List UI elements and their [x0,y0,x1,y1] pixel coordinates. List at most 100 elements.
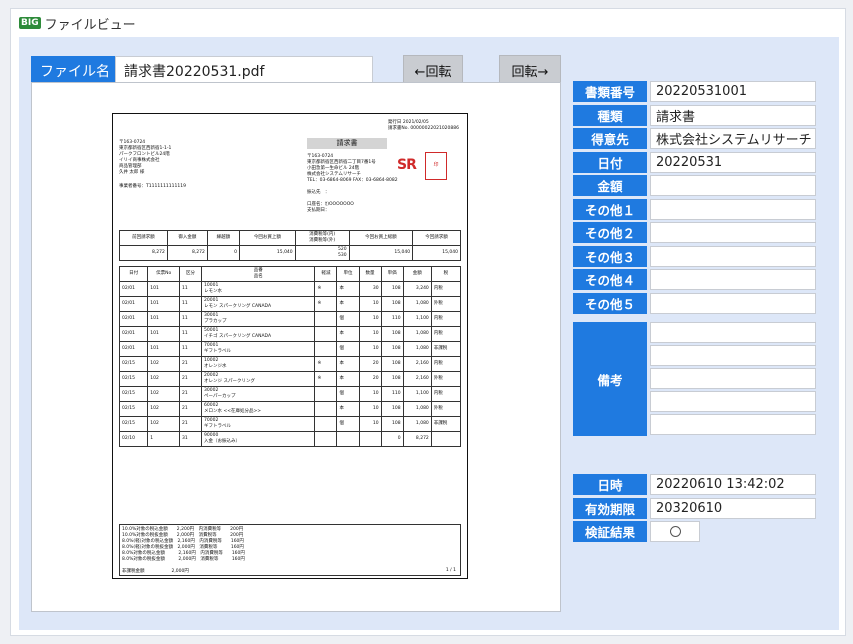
table-cell [314,341,338,357]
table-cell: 本 [336,326,360,342]
table-cell: 本 [336,371,360,387]
table-row: 02/01 101 11 70001 ギフトラベル 個 10 108 1,080 非課税 [118,341,462,357]
table-cell: 0 [380,431,404,447]
remarks-field-4[interactable] [650,391,816,412]
table-cell: 101 [147,341,180,357]
table-cell: 21 [178,416,203,432]
meta-label: 日時 [573,474,647,495]
meta-row: 有効期限 20320610 [573,497,816,519]
remarks-field-2[interactable] [650,345,816,366]
table-cell: 02/01 [118,296,149,312]
table-cell: 個 [336,416,360,432]
table-cell: 1,080 [402,326,432,342]
line-header: 軽減 [314,266,338,282]
field-value[interactable] [650,175,816,196]
field-row: その他３ [573,245,816,267]
table-row: 02/10 1 31 90000 入金（お振込み） 0 8,272 [118,431,462,447]
table-cell: 本 [336,356,360,372]
table-cell: 70001 ギフトラベル [201,341,316,357]
summary-header: 前回請求額 [119,230,168,246]
table-cell: 21 [178,401,203,417]
table-cell: 02/15 [118,401,149,417]
line-header: 日付 [118,266,149,282]
field-value[interactable] [650,222,816,243]
doc-page: 1 / 1 [445,567,456,573]
field-label: その他５ [573,292,647,314]
meta-value[interactable]: 20320610 [650,497,816,519]
field-value[interactable] [650,269,816,290]
line-header: 単位 [336,266,360,282]
table-cell: 非課税 [430,416,462,432]
doc-title: 請求書 [307,138,387,149]
field-row: 種類 請求書 [573,104,816,126]
table-cell: 31 [178,431,203,447]
summary-header: 繰越額 [206,230,241,246]
field-value[interactable] [650,198,816,220]
meta-value[interactable] [650,521,700,542]
field-value[interactable]: 20220531 [650,151,816,173]
sr-logo-icon: SR [397,157,417,173]
field-value[interactable]: 20220531001 [650,81,816,102]
table-cell: 11 [178,311,203,327]
table-cell: 108 [380,341,404,357]
summary-value: 0 [206,245,241,261]
field-label: 日付 [573,151,647,173]
field-value[interactable]: 株式会社システムリサーチ [650,128,816,149]
rotate-left-button[interactable]: ←回転 [403,55,463,85]
line-header: 金額 [402,266,432,282]
table-cell: 02/01 [118,326,149,342]
meta-value[interactable]: 20220610 13:42:02 [650,474,816,495]
field-value[interactable]: 請求書 [650,104,816,126]
table-cell: 101 [147,326,180,342]
document-viewer[interactable]: 発行日 2021/02/05 請求書No. 00000022021020886 … [31,82,561,612]
window-title: ファイルビュー [44,17,136,33]
company-seal-icon: 印 [425,152,447,180]
table-cell: 外税 [430,401,462,417]
table-cell: 1,080 [402,341,432,357]
table-cell: 3,240 [402,281,432,297]
remarks-field-3[interactable] [650,368,816,389]
table-cell: 本 [336,281,360,297]
table-cell: 30002 ペーパーカップ [201,386,316,402]
table-cell: 20002 オレンジ スパークリング [201,371,316,387]
table-cell: 90000 入金（お振込み） [201,431,316,447]
verify-result-icon [669,526,681,537]
table-row: 02/15 102 21 20002 オレンジ スパークリング ※ 本 20 108 2,160… [118,371,462,387]
summary-value: 15,040 [348,245,414,261]
table-cell: 02/15 [118,371,149,387]
field-label: 金額 [573,175,647,196]
table-cell [336,431,360,447]
table-cell: 20 [358,371,382,387]
meta-row: 日時 20220610 13:42:02 [573,474,816,495]
field-value[interactable] [650,245,816,267]
field-label: その他３ [573,245,647,267]
table-cell: 個 [336,386,360,402]
table-cell: ※ [314,296,338,312]
field-row: その他２ [573,222,816,243]
remarks-label: 備考 [573,322,647,436]
table-cell: 102 [147,416,180,432]
table-cell: ※ [314,281,338,297]
table-cell: 108 [380,416,404,432]
remarks-field-5[interactable] [650,414,816,435]
table-row: 02/15 102 21 30002 ペーパーカップ 個 10 110 1,100 内税 [118,386,462,402]
table-cell: 101 [147,296,180,312]
meta-row: 検証結果 [573,521,700,542]
table-cell: 50001 イチゴ スパークリング CANADA [201,326,316,342]
remarks-field-1[interactable] [650,322,816,343]
filename-field: 請求書20220531.pdf [115,56,373,85]
table-cell: 70002 ギフトラベル [201,416,316,432]
field-label: その他４ [573,269,647,290]
table-cell: 個 [336,341,360,357]
doc-to-person: 久井 太郎 様 [119,170,145,176]
field-label: 種類 [573,104,647,126]
line-header: 伝票No [147,266,180,282]
field-value[interactable] [650,292,816,314]
table-cell: 8,272 [402,431,432,447]
rotate-right-button[interactable]: 回転→ [499,55,561,85]
table-cell: ※ [314,371,338,387]
summary-header: 御入金額 [166,230,208,246]
field-row: その他５ [573,292,816,314]
field-row: その他４ [573,269,816,290]
table-cell [314,326,338,342]
